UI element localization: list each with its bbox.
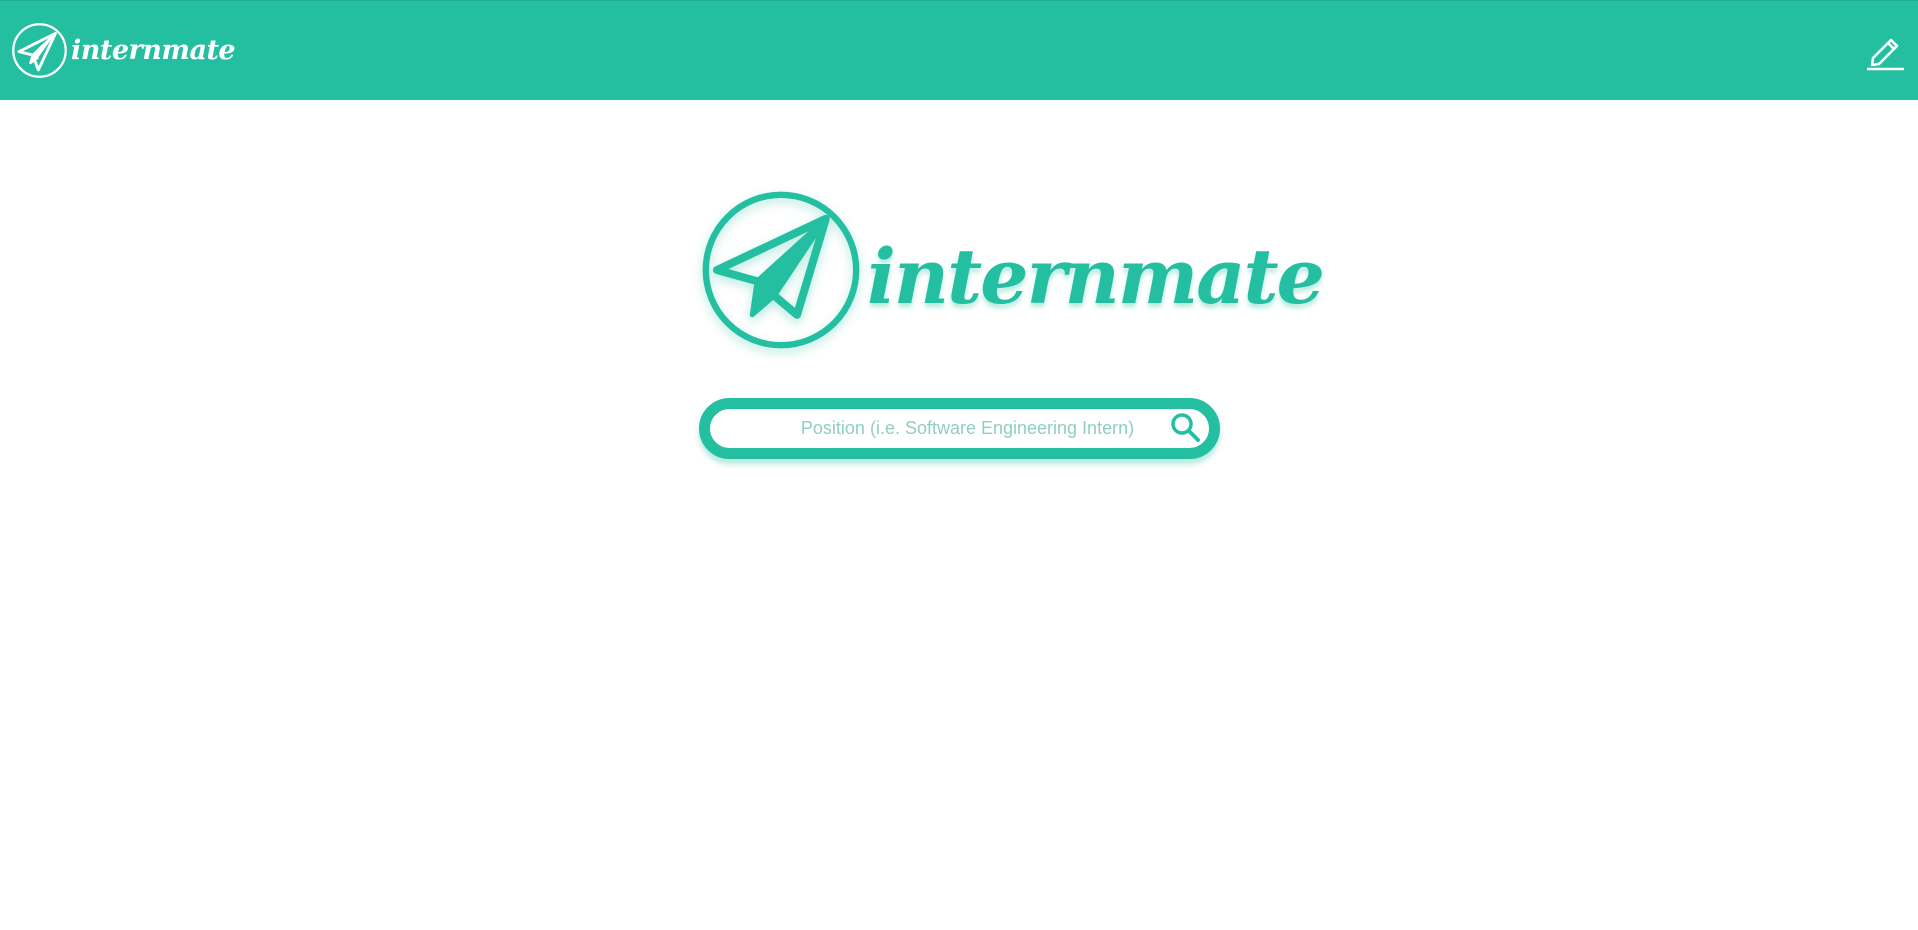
pencil-icon [1864,38,1906,75]
top-navbar: internmate [0,0,1918,100]
edit-button[interactable] [1864,29,1906,71]
search-icon [1169,411,1201,447]
search-bar [699,398,1220,459]
paper-plane-icon [701,190,861,350]
search-button[interactable] [1165,409,1205,449]
paper-plane-icon [11,22,68,79]
hero-logo: internmate [701,190,1325,350]
hero-brand-name: internmate [867,231,1325,321]
navbar-brand-name: internmate [71,34,236,66]
search-input[interactable] [710,409,1165,448]
navbar-brand[interactable]: internmate [11,21,236,79]
